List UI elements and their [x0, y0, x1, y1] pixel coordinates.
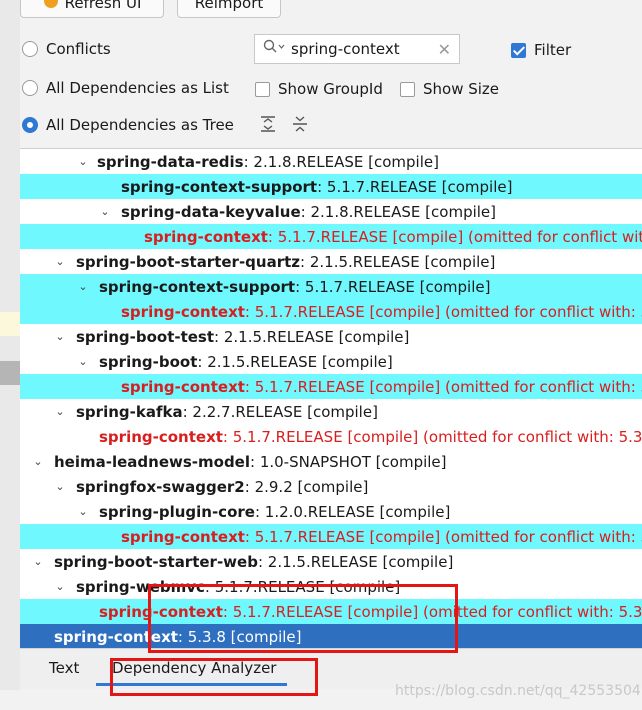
search-input[interactable]: spring-context ✕ — [254, 34, 460, 64]
tree-row[interactable]: ⌄ spring-boot-starter-web : 2.1.5.RELEAS… — [20, 549, 642, 574]
expand-all-icon[interactable] — [258, 114, 278, 138]
refresh-ui-button[interactable]: Refresh UI — [20, 0, 164, 18]
tree-row-omitted[interactable]: spring-context : 5.1.7.RELEASE [compile]… — [20, 224, 642, 249]
chevron-down-icon[interactable]: ⌄ — [52, 255, 68, 268]
tree-row[interactable]: ⌄ spring-boot : 2.1.5.RELEASE [compile] — [20, 349, 642, 374]
tree-row[interactable]: ⌄ spring-data-redis : 2.1.8.RELEASE [com… — [20, 149, 642, 174]
radio-all-as-list[interactable]: All Dependencies as List — [22, 79, 229, 97]
tree-row[interactable]: ⌄ spring-plugin-core : 1.2.0.RELEASE [co… — [20, 499, 642, 524]
tree-row-omitted[interactable]: spring-context : 5.1.7.RELEASE [compile]… — [20, 299, 642, 324]
tree-row[interactable]: ⌄ spring-context-support : 5.1.7.RELEASE… — [20, 274, 642, 299]
dependency-tree[interactable]: ⌄ spring-data-redis : 2.1.8.RELEASE [com… — [20, 148, 642, 649]
chevron-down-icon[interactable]: ⌄ — [30, 555, 46, 568]
chevron-down-icon[interactable]: ⌄ — [30, 455, 46, 468]
gutter-highlight — [0, 312, 20, 336]
watermark: https://blog.csdn.net/qq_42553504 — [395, 683, 641, 699]
checkbox[interactable] — [400, 81, 415, 97]
active-tab-indicator — [96, 683, 287, 686]
radio-button[interactable] — [22, 80, 38, 96]
left-gutter — [0, 0, 20, 690]
chevron-down-icon[interactable]: ⌄ — [75, 505, 91, 518]
filter-checkbox[interactable]: Filter — [511, 41, 571, 59]
gutter-scroll-marker — [0, 361, 20, 385]
chevron-down-icon[interactable]: ⌄ — [52, 580, 68, 593]
tree-row[interactable]: ⌄ spring-data-keyvalue : 2.1.8.RELEASE [… — [20, 199, 642, 224]
chevron-down-icon[interactable]: ⌄ — [75, 280, 91, 293]
search-icon — [263, 39, 285, 59]
refresh-icon — [43, 0, 59, 13]
tree-row[interactable]: ⌄ spring-webmvc : 5.1.7.RELEASE [compile… — [20, 574, 642, 599]
tree-row[interactable]: ⌄ springfox-swagger2 : 2.9.2 [compile] — [20, 474, 642, 499]
tree-row-selected[interactable]: spring-context : 5.3.8 [compile] — [20, 624, 642, 649]
tree-row-omitted[interactable]: spring-context : 5.1.7.RELEASE [compile]… — [20, 524, 642, 549]
chevron-down-icon[interactable]: ⌄ — [97, 205, 113, 218]
radio-button[interactable] — [22, 41, 38, 57]
tree-row[interactable]: spring-context-support : 5.1.7.RELEASE [… — [20, 174, 642, 199]
chevron-down-icon[interactable]: ⌄ — [52, 480, 68, 493]
tree-row[interactable]: ⌄ spring-boot-test : 2.1.5.RELEASE [comp… — [20, 324, 642, 349]
collapse-all-icon[interactable] — [290, 114, 310, 138]
chevron-down-icon[interactable]: ⌄ — [75, 155, 91, 168]
radio-button-selected[interactable] — [22, 117, 38, 133]
tree-row-omitted[interactable]: spring-context : 5.1.7.RELEASE [compile]… — [20, 374, 642, 399]
radio-all-as-tree[interactable]: All Dependencies as Tree — [22, 116, 234, 134]
tree-row[interactable]: ⌄ heima-leadnews-model : 1.0-SNAPSHOT [c… — [20, 449, 642, 474]
tree-row[interactable]: ⌄ spring-boot-starter-quartz : 2.1.5.REL… — [20, 249, 642, 274]
show-groupid-checkbox[interactable]: Show GroupId — [255, 80, 383, 98]
tab-dependency-analyzer[interactable]: Dependency Analyzer — [112, 659, 276, 677]
chevron-down-icon[interactable]: ⌄ — [75, 355, 91, 368]
chevron-down-icon[interactable]: ⌄ — [52, 405, 68, 418]
tree-row-omitted[interactable]: spring-context : 5.1.7.RELEASE [compile]… — [20, 599, 642, 624]
reimport-button[interactable]: Reimport — [177, 0, 281, 18]
tree-row[interactable]: ⌄ spring-kafka : 2.2.7.RELEASE [compile] — [20, 399, 642, 424]
search-value[interactable]: spring-context — [291, 40, 432, 58]
show-size-checkbox[interactable]: Show Size — [400, 80, 499, 98]
checkbox-checked[interactable] — [511, 42, 526, 58]
tab-text[interactable]: Text — [49, 659, 79, 677]
checkbox[interactable] — [255, 81, 270, 97]
chevron-down-icon[interactable]: ⌄ — [52, 330, 68, 343]
close-icon[interactable]: ✕ — [438, 40, 451, 59]
tree-row-omitted[interactable]: spring-context : 5.1.7.RELEASE [compile]… — [20, 424, 642, 449]
radio-conflicts[interactable]: Conflicts — [22, 40, 111, 58]
